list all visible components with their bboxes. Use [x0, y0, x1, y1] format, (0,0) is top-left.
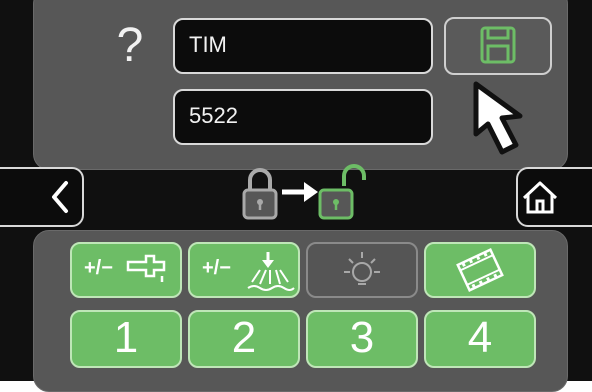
code-field[interactable]: 5522 — [173, 89, 433, 145]
water-tap-plus-minus-icon: +/− — [84, 254, 166, 282]
preset-button-1[interactable]: 1 — [70, 310, 182, 368]
home-button[interactable] — [516, 167, 592, 227]
video-button[interactable] — [424, 242, 536, 298]
back-button[interactable] — [0, 167, 84, 227]
chevron-left-icon — [52, 181, 68, 213]
water-adjust-button[interactable]: +/− — [70, 242, 182, 298]
light-bulb-icon — [344, 252, 380, 285]
floppy-disk-icon — [480, 26, 516, 64]
svg-text:+/−: +/− — [202, 257, 231, 279]
save-button[interactable] — [444, 17, 552, 75]
preset-button-4[interactable]: 4 — [424, 310, 536, 368]
light-button[interactable] — [306, 242, 418, 298]
help-icon[interactable]: ? — [110, 18, 150, 74]
mouse-pointer-icon — [468, 78, 538, 164]
preset-button-2[interactable]: 2 — [188, 310, 300, 368]
film-icon — [456, 248, 504, 292]
device-screen: ? TIM 5522 +/− +/− 1 2 3 4 — [0, 0, 592, 392]
name-field[interactable]: TIM — [173, 18, 433, 74]
preset-button-3[interactable]: 3 — [306, 310, 418, 368]
sprinkler-plus-minus-icon: +/− — [202, 252, 295, 291]
lock-to-unlock-icon — [238, 162, 368, 224]
spray-adjust-button[interactable]: +/− — [188, 242, 300, 298]
home-icon — [522, 181, 558, 214]
svg-text:+/−: +/− — [84, 257, 113, 279]
